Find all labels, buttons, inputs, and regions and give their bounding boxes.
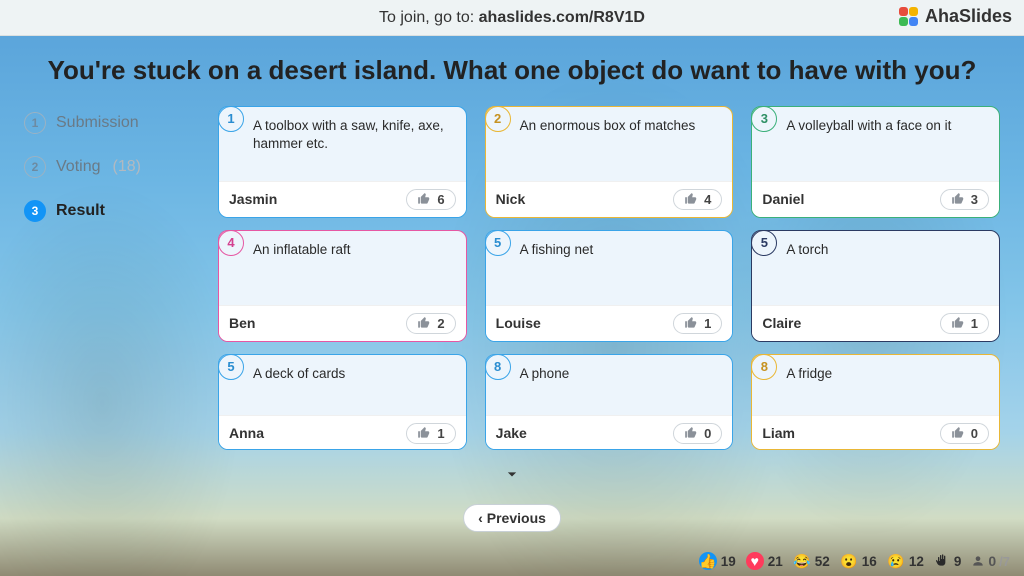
thumbs-up-icon (417, 426, 431, 440)
thumbs-up-icon (951, 316, 965, 330)
answer-card[interactable]: 5 A deck of cards Anna 1 (218, 354, 467, 450)
rank-badge: 1 (218, 106, 244, 132)
author-name: Ben (229, 315, 255, 331)
like-icon: 👍 (699, 552, 717, 570)
heart-icon: ♥ (746, 552, 764, 570)
rank-badge: 8 (485, 354, 511, 380)
vote-pill[interactable]: 6 (406, 189, 455, 210)
vote-count: 6 (437, 192, 444, 207)
thumbs-up-icon (417, 316, 431, 330)
join-prefix: To join, go to: (379, 9, 479, 26)
author-name: Jasmin (229, 191, 277, 207)
steps-sidebar: 1 Submission 2 Voting (18) 3 Result (24, 106, 194, 450)
vote-pill[interactable]: 1 (940, 313, 989, 334)
person-icon (971, 554, 985, 568)
answer-card[interactable]: 4 An inflatable raft Ben 2 (218, 230, 467, 342)
answer-text: A toolbox with a saw, knife, axe, hammer… (253, 117, 454, 169)
reaction-wow[interactable]: 😮16 (840, 552, 877, 570)
top-bar: To join, go to: ahaslides.com/R8V1D AhaS… (0, 0, 1024, 36)
thumbs-up-icon (684, 426, 698, 440)
chevron-left-icon: ‹ (478, 510, 483, 526)
join-text: To join, go to: ahaslides.com/R8V1D (379, 9, 645, 27)
previous-button[interactable]: ‹ Previous (463, 504, 561, 532)
author-name: Jake (496, 425, 527, 441)
answer-text: A phone (520, 365, 721, 417)
vote-pill[interactable]: 2 (406, 313, 455, 334)
reactions-bar: 👍19 ♥21 😂52 😮16 😢12 9 0/7 (699, 552, 1010, 570)
vote-count: 2 (437, 316, 444, 331)
step-result-label: Result (56, 202, 105, 220)
rank-badge: 5 (751, 230, 777, 256)
question-title: You're stuck on a desert island. What on… (24, 54, 1000, 88)
answer-text: A torch (786, 241, 987, 293)
thumbs-up-icon (417, 192, 431, 206)
answer-card[interactable]: 8 A fridge Liam 0 (751, 354, 1000, 450)
author-name: Nick (496, 191, 526, 207)
vote-count: 0 (704, 426, 711, 441)
answer-text: An enormous box of matches (520, 117, 721, 169)
answer-card[interactable]: 8 A phone Jake 0 (485, 354, 734, 450)
answer-text: A fishing net (520, 241, 721, 293)
brand-name: AhaSlides (925, 6, 1012, 27)
vote-count: 1 (437, 426, 444, 441)
step-result[interactable]: 3 Result (24, 200, 194, 222)
vote-count: 3 (971, 192, 978, 207)
step-voting-label: Voting (56, 158, 100, 176)
answer-card[interactable]: 3 A volleyball with a face on it Daniel 3 (751, 106, 1000, 218)
reaction-laugh[interactable]: 😂52 (793, 552, 830, 570)
expand-toggle[interactable] (502, 464, 522, 489)
participants-count: 0/7 (971, 553, 1010, 569)
vote-pill[interactable]: 0 (673, 423, 722, 444)
reaction-sad[interactable]: 😢12 (887, 552, 924, 570)
rank-badge: 4 (218, 230, 244, 256)
step-voting[interactable]: 2 Voting (18) (24, 156, 194, 178)
sad-icon: 😢 (887, 552, 905, 570)
answer-text: A fridge (786, 365, 987, 417)
reaction-hand[interactable]: 9 (934, 553, 962, 569)
chevron-down-icon (502, 464, 522, 484)
reaction-heart[interactable]: ♥21 (746, 552, 783, 570)
thumbs-up-icon (951, 192, 965, 206)
thumbs-up-icon (951, 426, 965, 440)
vote-pill[interactable]: 0 (940, 423, 989, 444)
answer-card[interactable]: 5 A torch Claire 1 (751, 230, 1000, 342)
rank-badge: 3 (751, 106, 777, 132)
answer-card[interactable]: 2 An enormous box of matches Nick 4 (485, 106, 734, 218)
brand-logo: AhaSlides (899, 6, 1012, 27)
vote-pill[interactable]: 3 (940, 189, 989, 210)
answer-card[interactable]: 5 A fishing net Louise 1 (485, 230, 734, 342)
thumbs-up-icon (684, 316, 698, 330)
rank-badge: 8 (751, 354, 777, 380)
author-name: Louise (496, 315, 541, 331)
answer-text: A deck of cards (253, 365, 454, 417)
rank-badge: 5 (218, 354, 244, 380)
vote-pill[interactable]: 4 (673, 189, 722, 210)
thumbs-up-icon (684, 192, 698, 206)
vote-count: 1 (971, 316, 978, 331)
rank-badge: 5 (485, 230, 511, 256)
vote-count: 0 (971, 426, 978, 441)
answers-grid: 1 A toolbox with a saw, knife, axe, hamme… (218, 106, 1000, 450)
step-submission-label: Submission (56, 114, 139, 132)
vote-count: 1 (704, 316, 711, 331)
vote-pill[interactable]: 1 (673, 313, 722, 334)
answer-text: An inflatable raft (253, 241, 454, 293)
author-name: Anna (229, 425, 264, 441)
author-name: Liam (762, 425, 795, 441)
answer-card[interactable]: 1 A toolbox with a saw, knife, axe, hamme… (218, 106, 467, 218)
author-name: Claire (762, 315, 801, 331)
join-url: ahaslides.com/R8V1D (479, 9, 645, 26)
step-voting-count: (18) (112, 158, 140, 176)
vote-count: 4 (704, 192, 711, 207)
laugh-icon: 😂 (793, 552, 811, 570)
previous-label: Previous (487, 510, 546, 526)
answer-text: A volleyball with a face on it (786, 117, 987, 169)
rank-badge: 2 (485, 106, 511, 132)
wow-icon: 😮 (840, 552, 858, 570)
reaction-like[interactable]: 👍19 (699, 552, 736, 570)
hand-icon (934, 553, 950, 569)
vote-pill[interactable]: 1 (406, 423, 455, 444)
author-name: Daniel (762, 191, 804, 207)
step-submission[interactable]: 1 Submission (24, 112, 194, 134)
